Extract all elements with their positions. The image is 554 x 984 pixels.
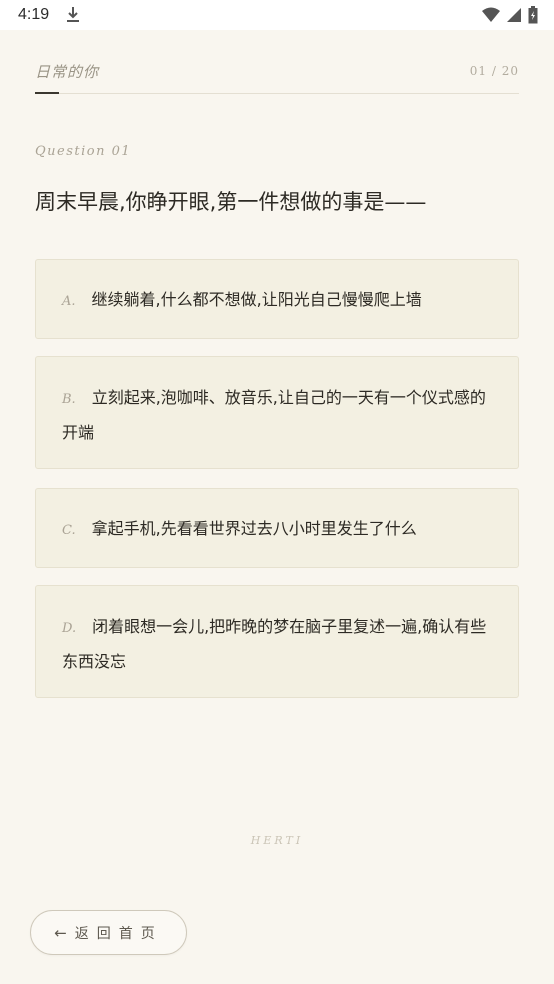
progress-counter: 01 / 20 (469, 64, 519, 78)
option-text: 继续躺着,什么都不想做,让阳光自己慢慢爬上墙 (91, 290, 422, 309)
question-label: Question 01 (35, 144, 132, 159)
quiz-title: 日常的你 (35, 63, 100, 81)
option-letter: C. (62, 523, 76, 538)
option-d[interactable]: D. 闭着眼想一会儿,把昨晚的梦在脑子里复述一遍,确认有些东西没忘 (35, 585, 519, 698)
signal-icon (506, 7, 522, 27)
arrow-left-icon: ← (54, 923, 67, 942)
option-b[interactable]: B. 立刻起来,泡咖啡、放音乐,让自己的一天有一个仪式感的开端 (35, 356, 519, 469)
progress-bar (35, 92, 59, 94)
status-bar: 4:19 (0, 0, 554, 30)
back-home-label: 返回首页 (74, 925, 163, 942)
quiz-header: 日常的你 01 / 20 (35, 58, 519, 94)
back-home-button[interactable]: ← 返回首页 (30, 910, 187, 955)
question-text: 周末早晨,你睁开眼,第一件想做的事是—— (35, 190, 427, 214)
option-c[interactable]: C. 拿起手机,先看看世界过去八小时里发生了什么 (35, 488, 519, 568)
option-a[interactable]: A. 继续躺着,什么都不想做,让阳光自己慢慢爬上墙 (35, 259, 519, 339)
battery-icon (528, 6, 538, 28)
option-letter: D. (62, 621, 77, 636)
wifi-icon (482, 7, 500, 27)
download-icon (66, 6, 80, 28)
option-text: 闭着眼想一会儿,把昨晚的梦在脑子里复述一遍,确认有些东西没忘 (62, 617, 487, 671)
status-time: 4:19 (18, 6, 50, 23)
option-text: 立刻起来,泡咖啡、放音乐,让自己的一天有一个仪式感的开端 (62, 388, 486, 442)
brand-watermark: HERTI (250, 834, 304, 847)
status-icons (482, 6, 538, 28)
option-letter: A. (62, 294, 76, 309)
option-letter: B. (62, 392, 76, 407)
option-text: 拿起手机,先看看世界过去八小时里发生了什么 (91, 519, 417, 538)
